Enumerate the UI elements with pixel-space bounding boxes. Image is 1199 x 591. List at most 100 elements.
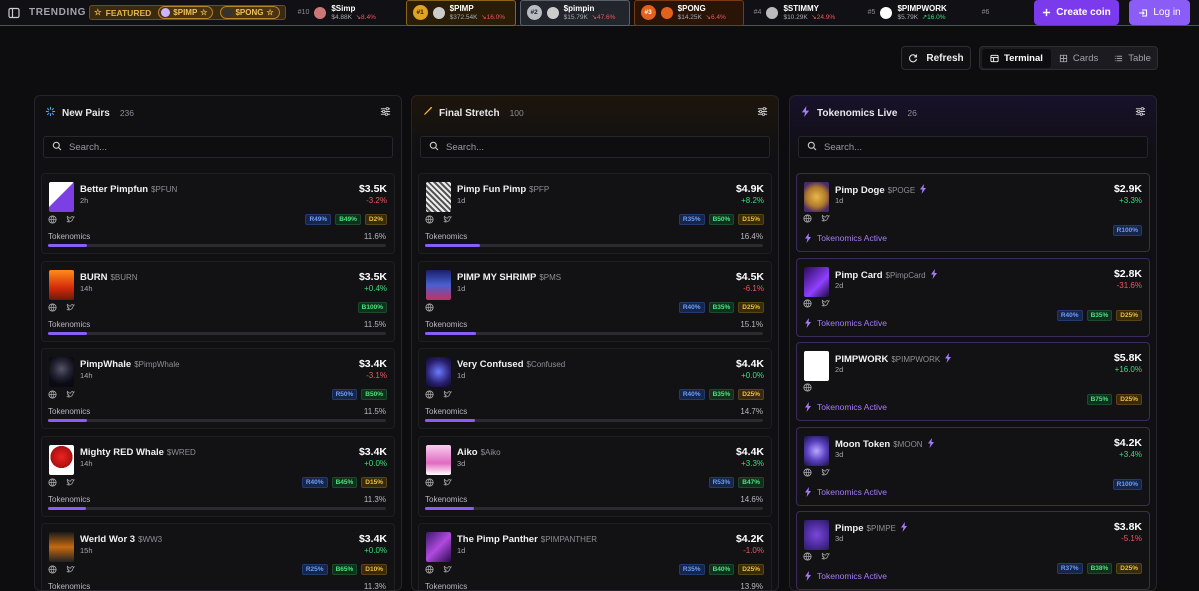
token-card[interactable]: Pimpe $PIMPE 3d $3.8K -5.1% R37% B38% D25% … bbox=[796, 511, 1150, 590]
holder-badge: D25% bbox=[1116, 563, 1142, 574]
token-age: 14h bbox=[80, 458, 93, 468]
search-input[interactable]: Search... bbox=[798, 136, 1148, 158]
website-icon[interactable] bbox=[803, 548, 812, 566]
holder-badge: R40% bbox=[678, 389, 705, 400]
featured-label: FEATURED bbox=[105, 7, 152, 18]
token-card[interactable]: Better Pimpfun $PFUN 2h $3.5K -3.2% R49% B… bbox=[41, 173, 395, 254]
tab-cards[interactable]: Cards bbox=[1051, 49, 1106, 68]
sidebar-toggle-icon[interactable] bbox=[3, 2, 25, 24]
token-card[interactable]: Pimp Fun Pimp $PFP 1d $4.9K +8.2% R35% B50… bbox=[418, 173, 772, 254]
token-card[interactable]: Pimp Doge $POGE 1d $2.9K +3.3% R100% Toke… bbox=[796, 173, 1150, 252]
website-icon[interactable] bbox=[48, 211, 57, 229]
twitter-icon[interactable] bbox=[821, 548, 831, 566]
token-card[interactable]: Werld Wor 3 $WW3 15h $3.4K +0.0% R25% B65%… bbox=[41, 523, 395, 590]
token-card[interactable]: Very Confused $Confused 1d $4.4K +0.0% R4… bbox=[418, 348, 772, 429]
ticker-mcap: $4.88K bbox=[331, 14, 352, 21]
token-card[interactable]: PimpWhale $PimpWhale 14h $3.4K -3.1% R50%… bbox=[41, 348, 395, 429]
website-icon[interactable] bbox=[425, 211, 434, 229]
token-card[interactable]: The Pimp Panther $PIMPANTHER 1d $4.2K -1.… bbox=[418, 523, 772, 590]
website-icon[interactable] bbox=[48, 561, 57, 579]
tab-table[interactable]: Table bbox=[1106, 49, 1159, 68]
token-card[interactable]: PIMP MY SHRIMP $PMS 1d $4.5K -6.1% R40% B3… bbox=[418, 260, 772, 342]
search-input[interactable]: Search... bbox=[43, 136, 393, 158]
holder-badge: R100% bbox=[1112, 478, 1142, 490]
twitter-icon[interactable] bbox=[443, 561, 453, 579]
tab-terminal[interactable]: Terminal bbox=[982, 48, 1051, 68]
website-icon[interactable] bbox=[425, 474, 434, 492]
holder-badge: D25% bbox=[738, 564, 764, 575]
website-icon[interactable] bbox=[803, 210, 812, 228]
token-age: 14h bbox=[80, 283, 93, 293]
create-coin-button[interactable]: Create coin bbox=[1034, 0, 1119, 25]
price-change: -6.1% bbox=[743, 283, 764, 293]
token-age: 1d bbox=[835, 196, 844, 205]
ticker-item[interactable]: #6 bbox=[976, 0, 1006, 26]
token-logo-icon bbox=[223, 8, 233, 17]
token-symbol: $BURN bbox=[110, 272, 138, 282]
filter-settings-icon[interactable] bbox=[380, 106, 391, 120]
token-age: 2d bbox=[835, 280, 844, 290]
token-card[interactable]: Aiko $Aiko 3d $4.4K +3.3% R53% B47% Tokeno… bbox=[418, 435, 772, 517]
token-card[interactable]: Pimp Card $PimpCard 2d $2.8K -31.6% R40% B… bbox=[796, 257, 1150, 337]
website-icon[interactable] bbox=[48, 299, 57, 317]
website-icon[interactable] bbox=[48, 386, 57, 404]
token-card[interactable]: PIMPWORK $PIMPWORK 2d $5.8K +16.0% B75% D2… bbox=[796, 342, 1150, 421]
twitter-icon[interactable] bbox=[443, 474, 453, 492]
website-icon[interactable] bbox=[803, 464, 812, 482]
price-change: +0.0% bbox=[364, 458, 387, 468]
website-icon[interactable] bbox=[803, 379, 812, 397]
website-icon[interactable] bbox=[803, 295, 812, 313]
twitter-icon[interactable] bbox=[66, 474, 76, 492]
refresh-button[interactable]: Refresh bbox=[901, 46, 971, 70]
ticker-change: ↘24.9% bbox=[811, 14, 836, 21]
ticker-item[interactable]: #4 $STIMMY $10.29K ↘24.9% bbox=[748, 0, 858, 26]
website-icon[interactable] bbox=[425, 299, 434, 317]
ticker-item[interactable]: #1 $PIMP $372.54K ↘16.0% bbox=[405, 0, 516, 26]
trending-tickers: #10 $Simp $4.88K ↘8.4% #1 $PIMP $372.54K … bbox=[292, 0, 1010, 26]
twitter-icon[interactable] bbox=[66, 386, 76, 404]
ticker-mcap: $14.25K bbox=[677, 14, 702, 21]
column-count: 100 bbox=[509, 108, 524, 118]
market-cap: $2.8K bbox=[1113, 267, 1142, 280]
featured-chip[interactable]: $PIMP ☆ bbox=[158, 6, 214, 19]
filter-settings-icon[interactable] bbox=[757, 106, 768, 120]
rank-label: #5 bbox=[867, 9, 876, 16]
ticker-name: $pimpin bbox=[563, 4, 595, 13]
token-card[interactable]: Mighty RED Whale $WRED 14h $3.4K +0.0% R4… bbox=[41, 435, 395, 517]
twitter-icon[interactable] bbox=[443, 386, 453, 404]
login-button[interactable]: Log in bbox=[1129, 0, 1190, 25]
column-final-stretch: Final Stretch 100 Search... Pimp Fun Pim… bbox=[411, 95, 779, 591]
holder-badge: R35% bbox=[678, 214, 705, 225]
ticker-item[interactable]: #3 $PONG $14.25K ↘6.4% bbox=[633, 0, 744, 26]
twitter-icon[interactable] bbox=[66, 299, 76, 317]
tokenomics-label: Tokenomics bbox=[48, 407, 91, 416]
twitter-icon[interactable] bbox=[66, 561, 76, 579]
twitter-icon[interactable] bbox=[443, 211, 453, 229]
twitter-icon[interactable] bbox=[821, 210, 831, 228]
filter-settings-icon[interactable] bbox=[1135, 106, 1146, 120]
holder-badge: R100% bbox=[1112, 225, 1142, 236]
twitter-icon[interactable] bbox=[821, 464, 831, 482]
ticker-item[interactable]: #2 $pimpin $15.79K ↘47.6% bbox=[519, 0, 630, 26]
market-cap: $2.9K bbox=[1113, 183, 1142, 195]
ticker-item[interactable]: #5 $PIMPWORK $5.79K ↗16.0% bbox=[862, 0, 972, 26]
website-icon[interactable] bbox=[425, 561, 434, 579]
token-card[interactable]: Moon Token $MOON 3d $4.2K +3.4% R100% Tok… bbox=[796, 426, 1150, 506]
price-change: +0.0% bbox=[364, 546, 387, 555]
website-icon[interactable] bbox=[48, 474, 57, 492]
token-image bbox=[804, 435, 829, 466]
twitter-icon[interactable] bbox=[821, 295, 831, 313]
tokenomics-percent: 11.3% bbox=[363, 494, 386, 504]
holder-badge: R50% bbox=[331, 389, 358, 400]
token-symbol: $WW3 bbox=[138, 535, 163, 544]
token-card[interactable]: BURN $BURN 14h $3.5K +0.4% B100% Tokenomi… bbox=[41, 260, 395, 342]
twitter-icon[interactable] bbox=[66, 211, 76, 229]
website-icon[interactable] bbox=[425, 386, 434, 404]
featured-chip[interactable]: $PONG ☆ bbox=[220, 6, 280, 19]
plus-icon bbox=[1043, 8, 1051, 17]
rank-label: #6 bbox=[981, 9, 990, 16]
search-input[interactable]: Search... bbox=[420, 136, 770, 158]
token-age: 14h bbox=[80, 371, 93, 380]
ticker-name: $PIMP bbox=[449, 4, 474, 13]
ticker-item[interactable]: #10 $Simp $4.88K ↘8.4% bbox=[292, 0, 402, 26]
